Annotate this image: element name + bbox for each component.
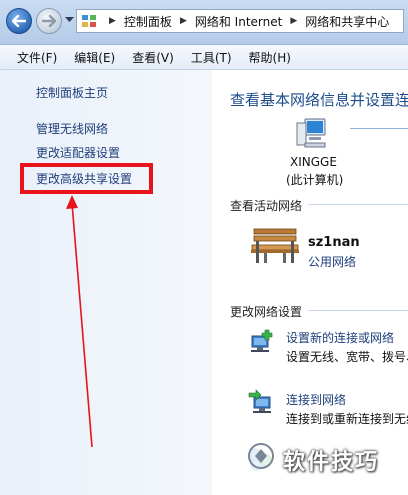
connect-to-network-desc: 连接到或重新连接到无线 <box>286 412 408 426</box>
connection-line <box>350 128 408 129</box>
active-networks-heading: 查看活动网络 <box>230 199 303 213</box>
computer-icon[interactable] <box>295 117 329 151</box>
computer-name: XINGGE <box>290 155 337 169</box>
page-title: 查看基本网络信息并设置连 <box>230 91 408 109</box>
network-type-link[interactable]: 公用网络 <box>308 253 356 270</box>
section-divider <box>308 310 408 311</box>
computer-subtitle: (此计算机) <box>286 173 344 187</box>
change-settings-heading: 更改网络设置 <box>230 305 303 319</box>
section-divider <box>308 204 408 205</box>
setup-new-connection-link[interactable]: 设置新的连接或网络 <box>286 329 394 346</box>
watermark-text: 软件技巧 <box>283 450 380 475</box>
public-network-bench-icon[interactable] <box>250 227 300 265</box>
connect-to-network-link[interactable]: 连接到网络 <box>286 391 346 408</box>
new-connection-icon <box>251 329 273 352</box>
setup-new-connection-desc: 设置无线、宽带、拨号、 <box>286 350 408 364</box>
connect-network-icon <box>248 389 271 413</box>
watermark-logo-icon <box>245 440 277 472</box>
main-content: 查看基本网络信息并设置连 XINGGE (此计算机) 查看活动网络 sz1nan… <box>212 70 408 495</box>
network-name: sz1nan <box>308 235 360 250</box>
